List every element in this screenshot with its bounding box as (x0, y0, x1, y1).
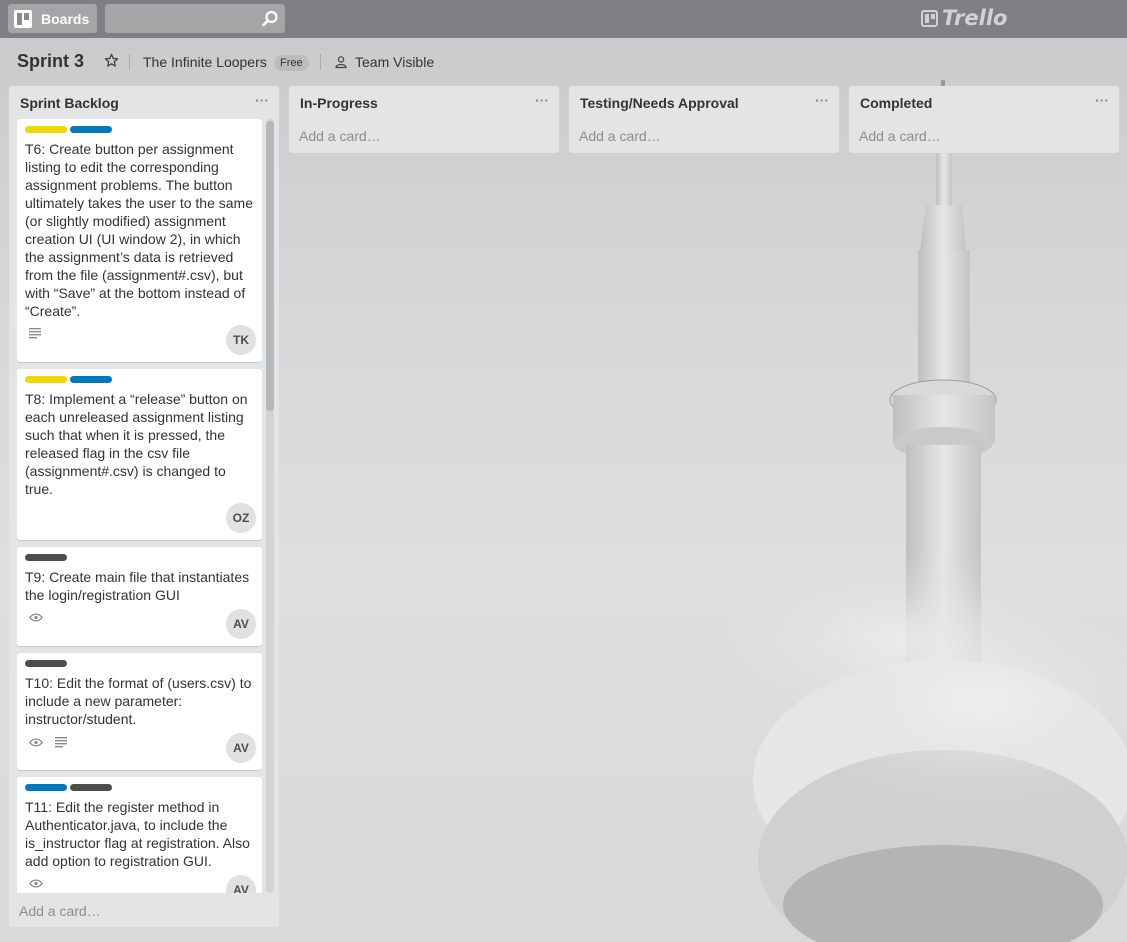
card-list: T6: Create button per assignment listing… (9, 119, 279, 893)
member-avatar[interactable]: OZ (226, 503, 256, 533)
list-title[interactable]: In-Progress (300, 95, 378, 111)
boards-icon (14, 9, 32, 28)
card[interactable]: T11: Edit the register method in Authent… (17, 777, 262, 893)
list-title[interactable]: Completed (860, 95, 932, 111)
member-avatar[interactable]: AV (226, 875, 256, 893)
plan-badge: Free (274, 55, 309, 71)
card-badges (29, 328, 53, 339)
member-avatar[interactable]: AV (226, 609, 256, 639)
label-black (25, 660, 67, 667)
card[interactable]: T10: Edit the format of (users.csv) to i… (17, 653, 262, 770)
list-title[interactable]: Testing/Needs Approval (580, 95, 739, 111)
boards-button-label: Boards (41, 10, 90, 27)
add-card-button[interactable]: Add a card… (579, 128, 661, 144)
watch-icon (29, 613, 43, 622)
label-yellow (25, 376, 67, 383)
card-badges (29, 737, 79, 748)
header-divider (129, 54, 130, 70)
list-scrollbar-thumb[interactable] (266, 121, 274, 411)
label-yellow (25, 126, 67, 133)
visibility-button[interactable]: Team Visible (355, 54, 434, 70)
trello-logo-icon (921, 9, 938, 27)
list-menu-button[interactable]: ··· (255, 92, 269, 108)
list-menu-button[interactable]: ··· (1095, 92, 1109, 108)
card-badges (29, 613, 55, 622)
card-title: T11: Edit the register method in Authent… (25, 799, 250, 869)
list-testing-needs-approval: Testing/Needs Approval ··· Add a card… (569, 86, 839, 153)
board-title[interactable]: Sprint 3 (17, 51, 84, 72)
boards-button[interactable]: Boards (8, 4, 97, 33)
list-title[interactable]: Sprint Backlog (20, 95, 119, 111)
add-card-button[interactable]: Add a card… (859, 128, 941, 144)
label-blue (70, 126, 112, 133)
list-menu-button[interactable]: ··· (815, 92, 829, 108)
card-badges (29, 879, 55, 888)
trello-logo[interactable]: Trello (921, 6, 1007, 30)
list-sprint-backlog: Sprint Backlog ··· T6: Create button per… (9, 86, 279, 927)
card-labels (25, 784, 115, 792)
card-title: T10: Edit the format of (users.csv) to i… (25, 675, 252, 727)
search-box[interactable] (105, 4, 285, 33)
add-card-button[interactable]: Add a card… (19, 903, 101, 919)
card-title: T6: Create button per assignment listing… (25, 141, 253, 319)
card[interactable]: T8: Implement a “release” button on each… (17, 369, 262, 540)
label-black (70, 784, 112, 791)
card-title: T8: Implement a “release” button on each… (25, 391, 248, 497)
label-blue (25, 784, 67, 791)
label-black (25, 554, 67, 561)
watch-icon (29, 738, 43, 747)
list-completed: Completed ··· Add a card… (849, 86, 1119, 153)
top-bar: Boards Trello (0, 0, 1127, 38)
header-divider (320, 54, 321, 70)
card-labels (25, 126, 115, 134)
trello-logo-text: Trello (942, 6, 1008, 30)
list-menu-button[interactable]: ··· (535, 92, 549, 108)
team-visibility-icon (335, 56, 347, 69)
card-title: T9: Create main file that instantiates t… (25, 569, 250, 603)
search-input[interactable] (105, 4, 255, 33)
description-icon (55, 737, 67, 748)
search-icon[interactable] (261, 10, 279, 28)
card-labels (25, 660, 70, 668)
add-card-button[interactable]: Add a card… (299, 128, 381, 144)
member-avatar[interactable]: TK (226, 325, 256, 355)
card[interactable]: T6: Create button per assignment listing… (17, 119, 262, 362)
member-avatar[interactable]: AV (226, 733, 256, 763)
list-in-progress: In-Progress ··· Add a card… (289, 86, 559, 153)
team-name-link[interactable]: The Infinite Loopers (143, 54, 267, 70)
label-blue (70, 376, 112, 383)
card-labels (25, 376, 115, 384)
watch-icon (29, 879, 43, 888)
board-header: Sprint 3 The Infinite Loopers Free Team … (0, 44, 1127, 80)
star-icon[interactable] (104, 53, 119, 68)
card[interactable]: T9: Create main file that instantiates t… (17, 547, 262, 646)
description-icon (29, 328, 41, 339)
card-labels (25, 554, 70, 562)
